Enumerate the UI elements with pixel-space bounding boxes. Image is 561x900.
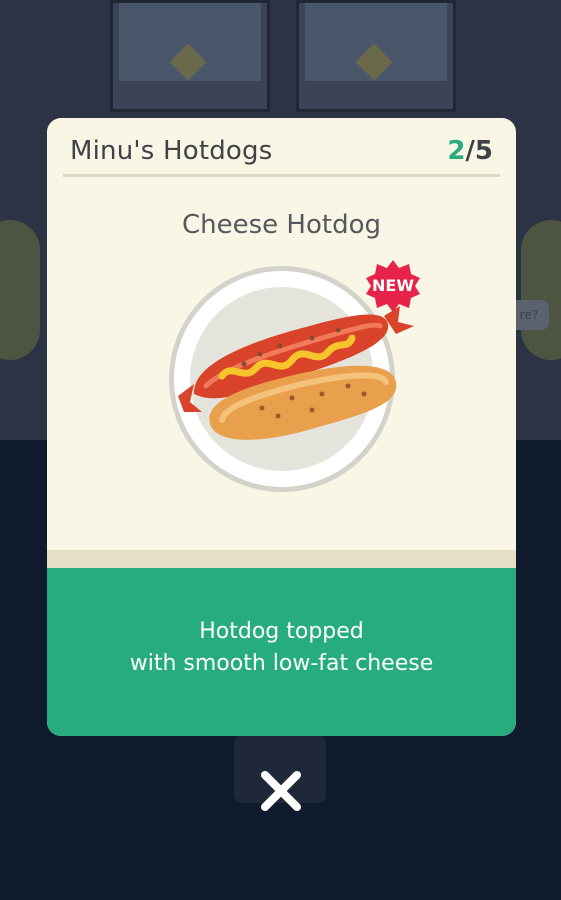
background-character (521, 220, 561, 360)
description-panel: Hotdog topped with smooth low-fat cheese (47, 568, 516, 736)
background-window (110, 0, 270, 112)
description-line: with smooth low-fat cheese (129, 651, 434, 676)
card-title: Minu's Hotdogs (70, 136, 273, 166)
description-line: Hotdog topped (199, 619, 364, 644)
collection-card: Minu's Hotdogs 2/5 Cheese Hotdog NEW Hot… (47, 118, 516, 736)
counter-current: 2 (447, 136, 466, 166)
item-name: Cheese Hotdog (182, 210, 381, 240)
close-icon[interactable] (258, 768, 304, 814)
card-divider (47, 550, 516, 568)
hotdog-illustration (169, 266, 414, 492)
new-badge-label: NEW (372, 276, 414, 295)
collection-counter: 2/5 (447, 136, 493, 166)
item-description: Hotdog topped with smooth low-fat cheese (47, 616, 516, 680)
counter-total: /5 (465, 136, 493, 166)
background-character (0, 220, 40, 360)
background-window (296, 0, 456, 112)
